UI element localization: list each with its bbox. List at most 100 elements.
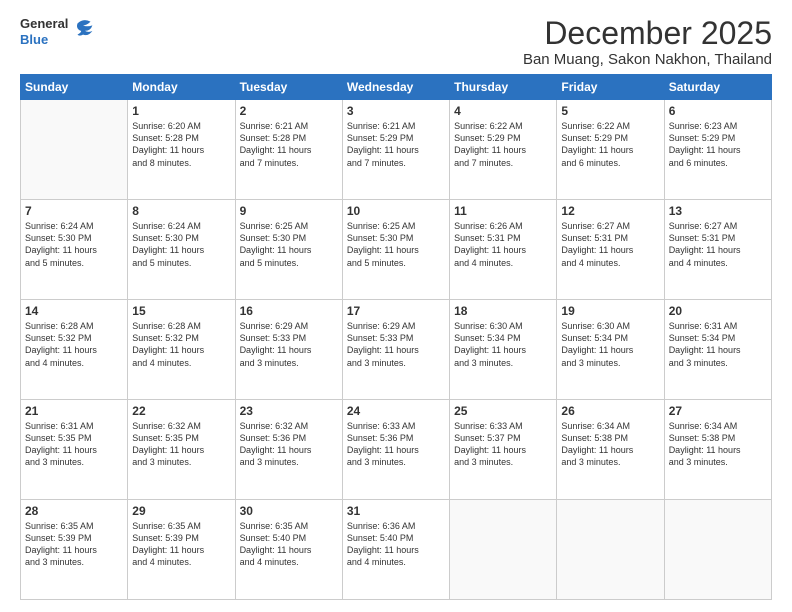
cell-info: Sunrise: 6:28 AM Sunset: 5:32 PM Dayligh… — [132, 320, 230, 369]
calendar-cell: 5 Sunrise: 6:22 AM Sunset: 5:29 PM Daylig… — [557, 100, 664, 200]
day-number: 20 — [669, 304, 767, 318]
day-number: 25 — [454, 404, 552, 418]
day-number: 12 — [561, 204, 659, 218]
calendar-table: SundayMondayTuesdayWednesdayThursdayFrid… — [20, 74, 772, 600]
day-number: 22 — [132, 404, 230, 418]
calendar-cell: 29 Sunrise: 6:35 AM Sunset: 5:39 PM Dayli… — [128, 500, 235, 600]
calendar-cell: 16 Sunrise: 6:29 AM Sunset: 5:33 PM Dayli… — [235, 300, 342, 400]
day-number: 6 — [669, 104, 767, 118]
day-number: 7 — [25, 204, 123, 218]
cell-info: Sunrise: 6:32 AM Sunset: 5:36 PM Dayligh… — [240, 420, 338, 469]
logo-general: General — [20, 16, 68, 32]
day-number: 2 — [240, 104, 338, 118]
calendar-cell: 6Sunrise: 6:23 AM Sunset: 5:29 PM Daylig… — [664, 100, 771, 200]
calendar-cell — [664, 500, 771, 600]
day-number: 27 — [669, 404, 767, 418]
day-number: 5 — [561, 104, 659, 118]
calendar-cell: 26 Sunrise: 6:34 AM Sunset: 5:38 PM Dayli… — [557, 400, 664, 500]
calendar-cell: 1 Sunrise: 6:20 AM Sunset: 5:28 PM Daylig… — [128, 100, 235, 200]
cell-info: Sunrise: 6:26 AM Sunset: 5:31 PM Dayligh… — [454, 220, 552, 269]
day-number: 11 — [454, 204, 552, 218]
cell-info: Sunrise: 6:25 AM Sunset: 5:30 PM Dayligh… — [347, 220, 445, 269]
calendar-cell: 18 Sunrise: 6:30 AM Sunset: 5:34 PM Dayli… — [450, 300, 557, 400]
logo-blue: Blue — [20, 32, 68, 48]
calendar-week-row: 1 Sunrise: 6:20 AM Sunset: 5:28 PM Daylig… — [21, 100, 772, 200]
day-number: 14 — [25, 304, 123, 318]
day-number: 21 — [25, 404, 123, 418]
day-number: 19 — [561, 304, 659, 318]
cell-info: Sunrise: 6:24 AM Sunset: 5:30 PM Dayligh… — [132, 220, 230, 269]
calendar-cell — [450, 500, 557, 600]
logo-text: General Blue — [20, 16, 68, 47]
cell-info: Sunrise: 6:31 AM Sunset: 5:35 PM Dayligh… — [25, 420, 123, 469]
calendar-cell: 22 Sunrise: 6:32 AM Sunset: 5:35 PM Dayli… — [128, 400, 235, 500]
cell-info: Sunrise: 6:35 AM Sunset: 5:39 PM Dayligh… — [25, 520, 123, 569]
logo-bird-icon — [70, 16, 98, 44]
page-subtitle: Ban Muang, Sakon Nakhon, Thailand — [523, 51, 772, 68]
day-number: 1 — [132, 104, 230, 118]
day-number: 28 — [25, 504, 123, 518]
calendar-cell: 10 Sunrise: 6:25 AM Sunset: 5:30 PM Dayli… — [342, 200, 449, 300]
calendar-cell: 12 Sunrise: 6:27 AM Sunset: 5:31 PM Dayli… — [557, 200, 664, 300]
cell-info: Sunrise: 6:27 AM Sunset: 5:31 PM Dayligh… — [561, 220, 659, 269]
day-number: 9 — [240, 204, 338, 218]
day-number: 3 — [347, 104, 445, 118]
col-header-friday: Friday — [557, 75, 664, 100]
cell-info: Sunrise: 6:30 AM Sunset: 5:34 PM Dayligh… — [454, 320, 552, 369]
day-number: 15 — [132, 304, 230, 318]
cell-info: Sunrise: 6:29 AM Sunset: 5:33 PM Dayligh… — [240, 320, 338, 369]
day-number: 4 — [454, 104, 552, 118]
cell-info: Sunrise: 6:33 AM Sunset: 5:37 PM Dayligh… — [454, 420, 552, 469]
cell-info: Sunrise: 6:36 AM Sunset: 5:40 PM Dayligh… — [347, 520, 445, 569]
cell-info: Sunrise: 6:30 AM Sunset: 5:34 PM Dayligh… — [561, 320, 659, 369]
calendar-week-row: 14 Sunrise: 6:28 AM Sunset: 5:32 PM Dayli… — [21, 300, 772, 400]
calendar-week-row: 28 Sunrise: 6:35 AM Sunset: 5:39 PM Dayli… — [21, 500, 772, 600]
calendar-header-row: SundayMondayTuesdayWednesdayThursdayFrid… — [21, 75, 772, 100]
day-number: 18 — [454, 304, 552, 318]
cell-info: Sunrise: 6:22 AM Sunset: 5:29 PM Dayligh… — [454, 120, 552, 169]
cell-info: Sunrise: 6:21 AM Sunset: 5:29 PM Dayligh… — [347, 120, 445, 169]
cell-info: Sunrise: 6:20 AM Sunset: 5:28 PM Dayligh… — [132, 120, 230, 169]
cell-info: Sunrise: 6:35 AM Sunset: 5:39 PM Dayligh… — [132, 520, 230, 569]
calendar-cell: 24Sunrise: 6:33 AM Sunset: 5:36 PM Dayli… — [342, 400, 449, 500]
page-title: December 2025 — [523, 16, 772, 51]
calendar-cell: 31 Sunrise: 6:36 AM Sunset: 5:40 PM Dayli… — [342, 500, 449, 600]
cell-info: Sunrise: 6:27 AM Sunset: 5:31 PM Dayligh… — [669, 220, 767, 269]
cell-info: Sunrise: 6:29 AM Sunset: 5:33 PM Dayligh… — [347, 320, 445, 369]
calendar-cell: 17Sunrise: 6:29 AM Sunset: 5:33 PM Dayli… — [342, 300, 449, 400]
calendar-cell: 15 Sunrise: 6:28 AM Sunset: 5:32 PM Dayli… — [128, 300, 235, 400]
calendar-cell: 20Sunrise: 6:31 AM Sunset: 5:34 PM Dayli… — [664, 300, 771, 400]
cell-info: Sunrise: 6:34 AM Sunset: 5:38 PM Dayligh… — [561, 420, 659, 469]
day-number: 23 — [240, 404, 338, 418]
calendar-cell: 8Sunrise: 6:24 AM Sunset: 5:30 PM Daylig… — [128, 200, 235, 300]
cell-info: Sunrise: 6:24 AM Sunset: 5:30 PM Dayligh… — [25, 220, 123, 269]
cell-info: Sunrise: 6:21 AM Sunset: 5:28 PM Dayligh… — [240, 120, 338, 169]
cell-info: Sunrise: 6:32 AM Sunset: 5:35 PM Dayligh… — [132, 420, 230, 469]
day-number: 24 — [347, 404, 445, 418]
col-header-saturday: Saturday — [664, 75, 771, 100]
cell-info: Sunrise: 6:22 AM Sunset: 5:29 PM Dayligh… — [561, 120, 659, 169]
calendar-cell: 27Sunrise: 6:34 AM Sunset: 5:38 PM Dayli… — [664, 400, 771, 500]
calendar-cell — [21, 100, 128, 200]
calendar-week-row: 21 Sunrise: 6:31 AM Sunset: 5:35 PM Dayli… — [21, 400, 772, 500]
day-number: 30 — [240, 504, 338, 518]
day-number: 29 — [132, 504, 230, 518]
calendar-week-row: 7 Sunrise: 6:24 AM Sunset: 5:30 PM Daylig… — [21, 200, 772, 300]
title-block: December 2025 Ban Muang, Sakon Nakhon, T… — [523, 16, 772, 68]
calendar-cell: 3 Sunrise: 6:21 AM Sunset: 5:29 PM Daylig… — [342, 100, 449, 200]
day-number: 13 — [669, 204, 767, 218]
day-number: 31 — [347, 504, 445, 518]
calendar-cell: 19 Sunrise: 6:30 AM Sunset: 5:34 PM Dayli… — [557, 300, 664, 400]
day-number: 16 — [240, 304, 338, 318]
calendar-cell: 30 Sunrise: 6:35 AM Sunset: 5:40 PM Dayli… — [235, 500, 342, 600]
col-header-sunday: Sunday — [21, 75, 128, 100]
calendar-cell: 23 Sunrise: 6:32 AM Sunset: 5:36 PM Dayli… — [235, 400, 342, 500]
cell-info: Sunrise: 6:35 AM Sunset: 5:40 PM Dayligh… — [240, 520, 338, 569]
calendar-cell: 28 Sunrise: 6:35 AM Sunset: 5:39 PM Dayli… — [21, 500, 128, 600]
day-number: 26 — [561, 404, 659, 418]
col-header-thursday: Thursday — [450, 75, 557, 100]
calendar-cell: 14Sunrise: 6:28 AM Sunset: 5:32 PM Dayli… — [21, 300, 128, 400]
day-number: 10 — [347, 204, 445, 218]
calendar-cell: 4 Sunrise: 6:22 AM Sunset: 5:29 PM Daylig… — [450, 100, 557, 200]
header: General Blue December 2025 Ban Muang, Sa… — [20, 16, 772, 68]
